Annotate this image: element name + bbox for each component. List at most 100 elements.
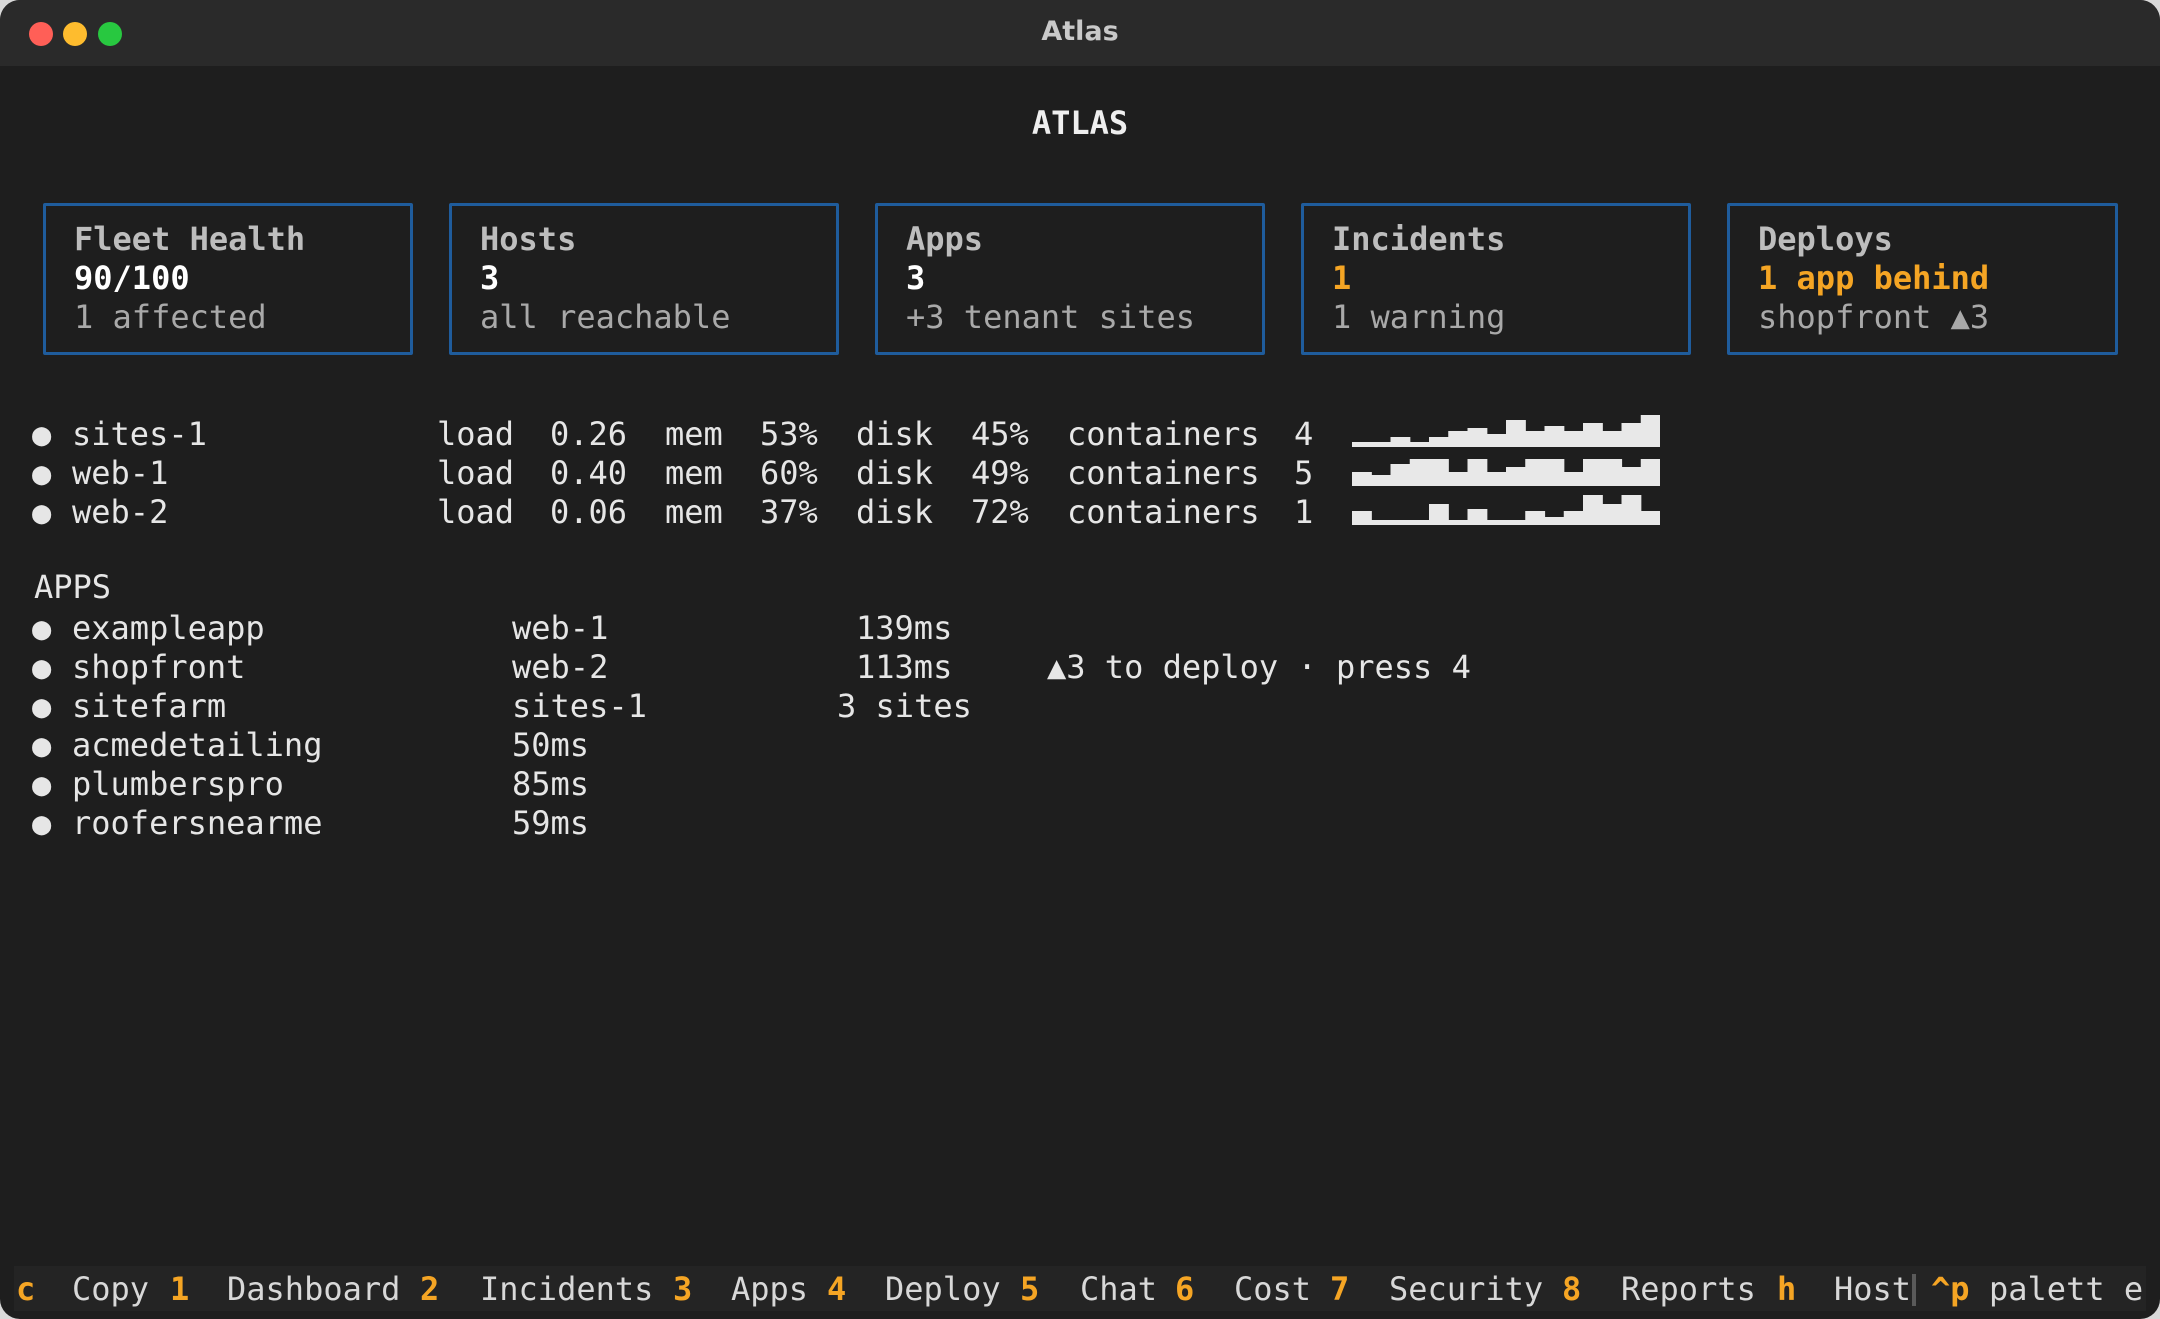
disk-value: 45% — [971, 415, 1029, 453]
card-apps[interactable]: Apps 3 +3 tenant sites — [875, 203, 1265, 355]
title-bar: Atlas — [0, 0, 2160, 66]
shortcut-key-dashboard[interactable]: 1 — [170, 1270, 189, 1308]
shortcut-label-security[interactable]: Security — [1389, 1270, 1543, 1308]
shortcut-key-security[interactable]: 7 — [1330, 1270, 1349, 1308]
shortcut-label-apps[interactable]: Apps — [731, 1270, 808, 1308]
containers-value: 1 — [1294, 493, 1314, 531]
card-title: Fleet Health — [74, 220, 306, 258]
host-sparkline — [1352, 459, 1660, 486]
sparkline-bar — [1525, 431, 1546, 447]
sparkline-bar — [1563, 511, 1584, 525]
card-subtitle: all reachable — [480, 298, 731, 336]
sparkline-bar — [1525, 511, 1546, 525]
load-label: load — [437, 454, 515, 492]
sparkline-bar — [1429, 459, 1449, 486]
app-latency: 3 sites — [837, 687, 972, 725]
sparkline-bar — [1429, 504, 1449, 525]
app-host: web-2 — [512, 648, 609, 686]
sparkline-bar — [1621, 467, 1642, 486]
sparkline-bar — [1506, 420, 1526, 447]
status-dot-icon: ● — [32, 609, 52, 647]
load-label: load — [437, 415, 515, 453]
card-subtitle: 1 warning — [1332, 298, 1506, 336]
sparkline-bar — [1448, 431, 1469, 447]
sparkline-bar — [1563, 431, 1584, 447]
sparkline-bar — [1486, 520, 1507, 525]
shortcut-key-palette[interactable]: ^p — [1931, 1270, 1970, 1308]
app-name: sitefarm — [72, 687, 227, 725]
app-latency: 113ms — [856, 648, 953, 686]
app-host: 59ms — [512, 804, 590, 842]
card-title: Hosts — [480, 220, 577, 258]
sparkline-bar — [1390, 520, 1411, 525]
sparkline-bar — [1486, 472, 1507, 486]
shortcut-label-copy[interactable]: Copy — [72, 1270, 149, 1308]
shortcut-label-deploy[interactable]: Deploy — [885, 1270, 1001, 1308]
sparkline-bar — [1390, 464, 1411, 486]
shortcut-label-reports[interactable]: Reports — [1621, 1270, 1756, 1308]
card-hosts[interactable]: Hosts 3 all reachable — [449, 203, 839, 355]
app-window: Atlas ATLAS Fleet Health 90/100 1 affect… — [0, 0, 2160, 1319]
sparkline-bar — [1621, 495, 1642, 525]
mem-value: 60% — [760, 454, 818, 492]
shortcut-key-copy[interactable]: c — [16, 1270, 35, 1308]
disk-label: disk — [856, 415, 934, 453]
card-fleet-health[interactable]: Fleet Health 90/100 1 affected — [43, 203, 413, 355]
sparkline-bar — [1640, 415, 1660, 447]
deploy-hint: ▲3 to deploy · press 4 — [1047, 648, 1471, 686]
shortcut-key-cost[interactable]: 6 — [1175, 1270, 1194, 1308]
sparkline-bar — [1583, 423, 1603, 447]
card-title: Incidents — [1332, 220, 1506, 258]
host-name: sites-1 — [72, 415, 207, 453]
sparkline-bar — [1602, 431, 1623, 447]
card-value: 3 — [480, 259, 500, 297]
terminal-area: ATLAS Fleet Health 90/100 1 affected Hos… — [14, 66, 2146, 1311]
sparkline-bar — [1640, 511, 1660, 525]
shortcut-label-chat[interactable]: Chat — [1080, 1270, 1157, 1308]
sparkline-bar — [1583, 495, 1603, 525]
shortcut-key-host[interactable]: h — [1777, 1270, 1796, 1308]
status-dot-icon: ● — [32, 648, 52, 686]
card-subtitle: 1 affected — [74, 298, 267, 336]
status-dot-icon: ● — [32, 687, 52, 725]
sparkline-bar — [1352, 511, 1372, 525]
sparkline-bar — [1544, 459, 1565, 486]
mem-value: 53% — [760, 415, 818, 453]
app-host: 50ms — [512, 726, 590, 764]
containers-label: containers — [1067, 454, 1260, 492]
shortcut-key-reports[interactable]: 8 — [1562, 1270, 1581, 1308]
card-subtitle: +3 tenant sites — [906, 298, 1195, 336]
disk-value: 72% — [971, 493, 1029, 531]
load-label: load — [437, 493, 515, 531]
shortcut-label-palette[interactable]: palett e — [1989, 1270, 2143, 1308]
shortcut-label-cost[interactable]: Cost — [1234, 1270, 1311, 1308]
app-host: web-1 — [512, 609, 609, 647]
card-incidents[interactable]: Incidents 1 1 warning — [1301, 203, 1691, 355]
app-name: acmedetailing — [72, 726, 323, 764]
load-value: 0.26 — [550, 415, 628, 453]
sparkline-bar — [1467, 509, 1488, 525]
host-sparkline — [1352, 415, 1660, 447]
shortcut-key-apps[interactable]: 3 — [673, 1270, 692, 1308]
sparkline-bar — [1621, 423, 1642, 447]
host-name: web-1 — [72, 454, 169, 492]
sparkline-bar — [1583, 459, 1603, 486]
sparkline-bar — [1409, 459, 1430, 486]
app-name: exampleapp — [72, 609, 265, 647]
disk-label: disk — [856, 454, 934, 492]
shortcut-key-incidents[interactable]: 2 — [420, 1270, 439, 1308]
shortcut-label-incidents[interactable]: Incidents — [480, 1270, 653, 1308]
sparkline-bar — [1525, 459, 1546, 486]
sparkline-bar — [1563, 472, 1584, 486]
shortcut-key-chat[interactable]: 5 — [1020, 1270, 1039, 1308]
sparkline-bar — [1371, 442, 1392, 447]
shortcut-key-deploy[interactable]: 4 — [827, 1270, 846, 1308]
host-name: web-2 — [72, 493, 169, 531]
sparkline-bar — [1506, 520, 1526, 525]
sparkline-bar — [1506, 467, 1526, 486]
card-deploys[interactable]: Deploys 1 app behind shopfront ▲3 — [1727, 203, 2118, 355]
sparkline-bar — [1429, 437, 1449, 447]
shortcut-label-host[interactable]: Host — [1834, 1270, 1911, 1308]
card-value: 1 — [1332, 259, 1352, 297]
shortcut-label-dashboard[interactable]: Dashboard — [227, 1270, 400, 1308]
